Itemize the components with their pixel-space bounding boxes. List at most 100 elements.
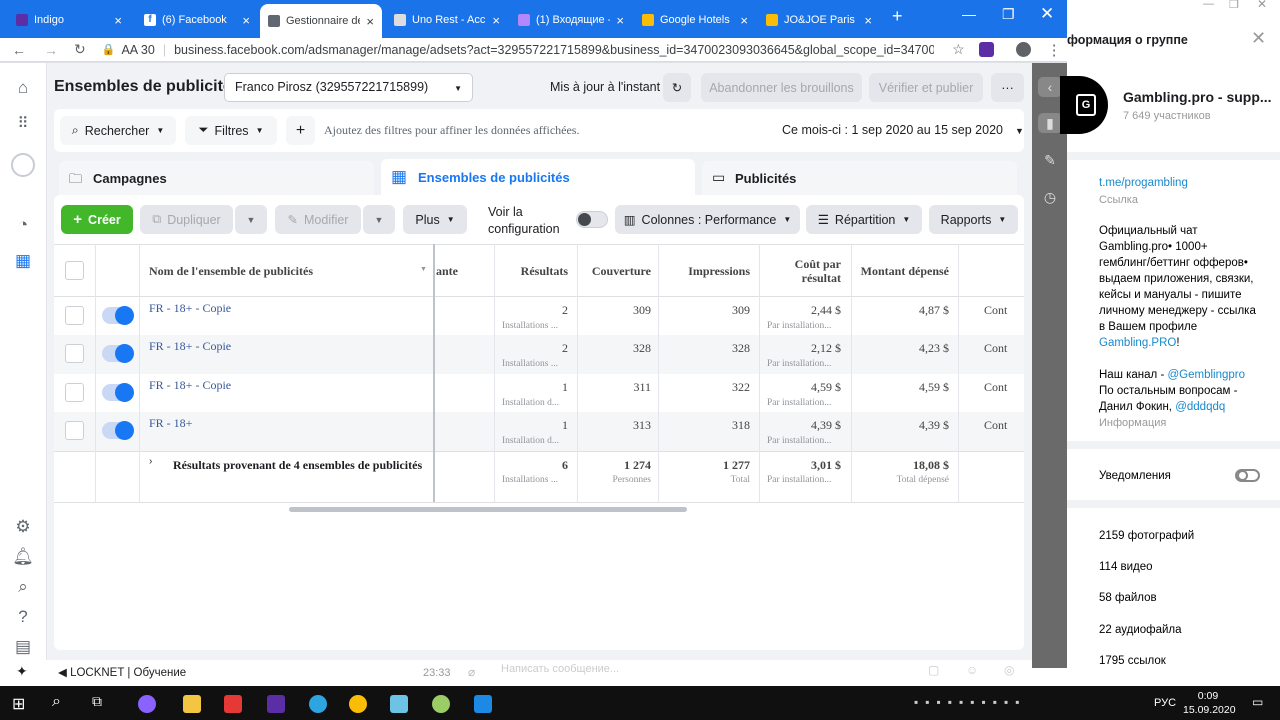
messenger-icon[interactable] <box>138 695 156 713</box>
row-checkbox[interactable] <box>65 344 84 363</box>
channel-link[interactable]: @Gemblingpro <box>1167 369 1245 381</box>
search-icon[interactable]: ⌕ <box>52 693 61 711</box>
apps-grid-icon[interactable]: ⠿ <box>12 113 34 135</box>
edit-dropdown[interactable]: ▼ <box>363 205 395 234</box>
contact-link[interactable]: @dddqdq <box>1175 401 1225 413</box>
tray-icons[interactable]: ▪▪▪▪▪▪▪▪▪▪ <box>914 695 1027 709</box>
more-actions-button[interactable]: Plus ▼ <box>403 205 467 234</box>
app-icon[interactable] <box>390 695 408 713</box>
row-checkbox[interactable] <box>65 306 84 325</box>
media-links[interactable]: 1795 ссылок <box>1099 655 1166 667</box>
refresh-button[interactable]: ↻ <box>663 73 691 102</box>
browser-tab[interactable]: (1) Входящие - × <box>510 6 632 34</box>
column-header-cost[interactable]: Coût par résultat <box>759 257 841 285</box>
notifications-toggle[interactable] <box>1235 469 1260 482</box>
date-range-picker[interactable]: Ce mois-ci : 1 sep 2020 au 15 sep 2020 ▼ <box>782 123 1024 137</box>
avatar[interactable] <box>11 153 35 177</box>
view-config-toggle[interactable] <box>576 211 608 228</box>
settings-icon[interactable]: ⚙ <box>12 516 34 538</box>
media-files[interactable]: 58 файлов <box>1099 592 1157 604</box>
telegram-icon[interactable] <box>309 695 327 713</box>
select-all-checkbox[interactable] <box>65 261 84 280</box>
add-filter-button[interactable]: + <box>286 116 315 145</box>
emoji-icon[interactable]: ☺ <box>966 663 978 677</box>
browser-tab[interactable]: JO&JOE Paris - × <box>758 6 880 34</box>
edit-button[interactable]: ✎ Modifier <box>275 205 361 234</box>
row-checkbox[interactable] <box>65 421 84 440</box>
extension-icon[interactable] <box>978 42 994 57</box>
folder-icon[interactable] <box>183 695 201 713</box>
restore-icon[interactable]: ❐ <box>1002 6 1015 23</box>
discard-drafts-button[interactable]: Abandonner les brouillons <box>701 73 862 102</box>
language-indicator[interactable]: РУС <box>1154 697 1176 709</box>
adset-name-link[interactable]: FR - 18+ - Copie <box>149 301 231 316</box>
forward-icon[interactable]: → <box>44 42 58 58</box>
media-audio[interactable]: 22 аудиофайла <box>1099 624 1182 636</box>
tab-campaigns[interactable]: 🗀 Campagnes <box>59 161 374 195</box>
chrome-icon[interactable] <box>349 695 367 713</box>
search-button[interactable]: ⌕ Rechercher ▼ <box>60 116 176 145</box>
windows-start-icon[interactable]: ⊞ <box>12 694 25 714</box>
column-header-spent[interactable]: Montant dépensé <box>851 264 949 279</box>
search-icon[interactable]: ⌕ <box>12 576 34 598</box>
horizontal-scrollbar[interactable] <box>289 507 687 512</box>
chat-title[interactable]: ◀ LOCKNET | Обучение <box>58 665 186 679</box>
collapse-icon[interactable]: ‹ <box>1038 77 1062 97</box>
desc-link[interactable]: Gambling.PRO <box>1099 337 1176 349</box>
row-toggle[interactable] <box>102 421 134 440</box>
close-icon[interactable]: ✕ <box>1251 28 1266 49</box>
column-header-name[interactable]: Nom de l'ensemble de publicités <box>149 264 313 279</box>
message-input[interactable]: Написать сообщение... <box>501 663 619 675</box>
close-window-icon[interactable]: ✕ <box>1257 0 1267 11</box>
row-toggle[interactable] <box>102 306 134 325</box>
app-icon[interactable] <box>474 695 492 713</box>
clock-icon[interactable]: ◷ <box>1040 187 1060 207</box>
url-input[interactable]: business.facebook.com/adsmanager/manage/… <box>174 43 934 57</box>
attach-icon[interactable]: ⌀ <box>468 665 475 679</box>
column-header-results[interactable]: Résultats <box>494 264 568 279</box>
duplicate-button[interactable]: ⧉ Dupliquer <box>140 205 233 234</box>
clock[interactable]: 0:09 15.09.2020 <box>1183 689 1236 717</box>
create-button[interactable]: + Créer <box>61 205 133 234</box>
row-toggle[interactable] <box>102 344 134 363</box>
back-icon[interactable]: ← <box>12 42 26 58</box>
browser-tab[interactable]: Indigo × <box>8 6 130 34</box>
expand-chevron-icon[interactable]: › <box>149 456 152 467</box>
group-link[interactable]: t.me/progambling <box>1099 177 1188 189</box>
account-selector[interactable]: Franco Pirosz (329557221715899) ▼ <box>224 73 473 102</box>
close-icon[interactable]: × <box>616 13 624 28</box>
mic-icon[interactable]: ◎ <box>1004 663 1014 677</box>
tab-ads[interactable]: ▭ Publicités <box>702 161 1017 195</box>
table-icon[interactable]: ▦ <box>12 250 34 272</box>
close-window-icon[interactable]: ✕ <box>1040 4 1054 24</box>
commands-icon[interactable]: ▢ <box>928 663 939 677</box>
columns-button[interactable]: ▥ Colonnes : Performance ▼ <box>615 205 800 234</box>
app-icon[interactable] <box>432 695 450 713</box>
close-icon[interactable]: × <box>114 13 122 28</box>
restore-icon[interactable]: ❐ <box>1229 0 1239 11</box>
media-videos[interactable]: 114 видео <box>1099 561 1153 573</box>
review-publish-button[interactable]: Vérifier et publier <box>869 73 983 102</box>
close-icon[interactable]: × <box>492 13 500 28</box>
browser-tab[interactable]: Google Hotels × <box>634 6 756 34</box>
new-tab-button[interactable]: + <box>892 6 903 27</box>
bell-icon[interactable]: 🔔︎ <box>12 546 34 568</box>
close-icon[interactable]: × <box>366 14 374 29</box>
browser-tab-active[interactable]: Gestionnaire de × <box>260 4 382 38</box>
chart-icon[interactable]: ▮ <box>1038 113 1062 133</box>
reports-button[interactable]: Rapports ▼ <box>929 205 1018 234</box>
filters-button[interactable]: ⏷ Filtres ▼ <box>185 116 277 145</box>
column-header-partial[interactable]: ante <box>436 264 458 279</box>
more-button[interactable]: ··· <box>991 73 1024 102</box>
task-view-icon[interactable]: ⧉ <box>92 693 102 710</box>
breakdown-button[interactable]: ☰ Répartition ▼ <box>806 205 922 234</box>
pencil-icon[interactable]: ✎ <box>1040 150 1060 170</box>
adset-name-link[interactable]: FR - 18+ <box>149 416 192 431</box>
minimize-icon[interactable]: — <box>1203 0 1214 10</box>
duplicate-dropdown[interactable]: ▼ <box>235 205 267 234</box>
browser-tab[interactable]: f (6) Facebook × <box>136 6 258 34</box>
adset-name-link[interactable]: FR - 18+ - Copie <box>149 378 231 393</box>
row-checkbox[interactable] <box>65 383 84 402</box>
profile-icon[interactable] <box>1015 42 1031 57</box>
indigo-icon[interactable] <box>267 695 285 713</box>
